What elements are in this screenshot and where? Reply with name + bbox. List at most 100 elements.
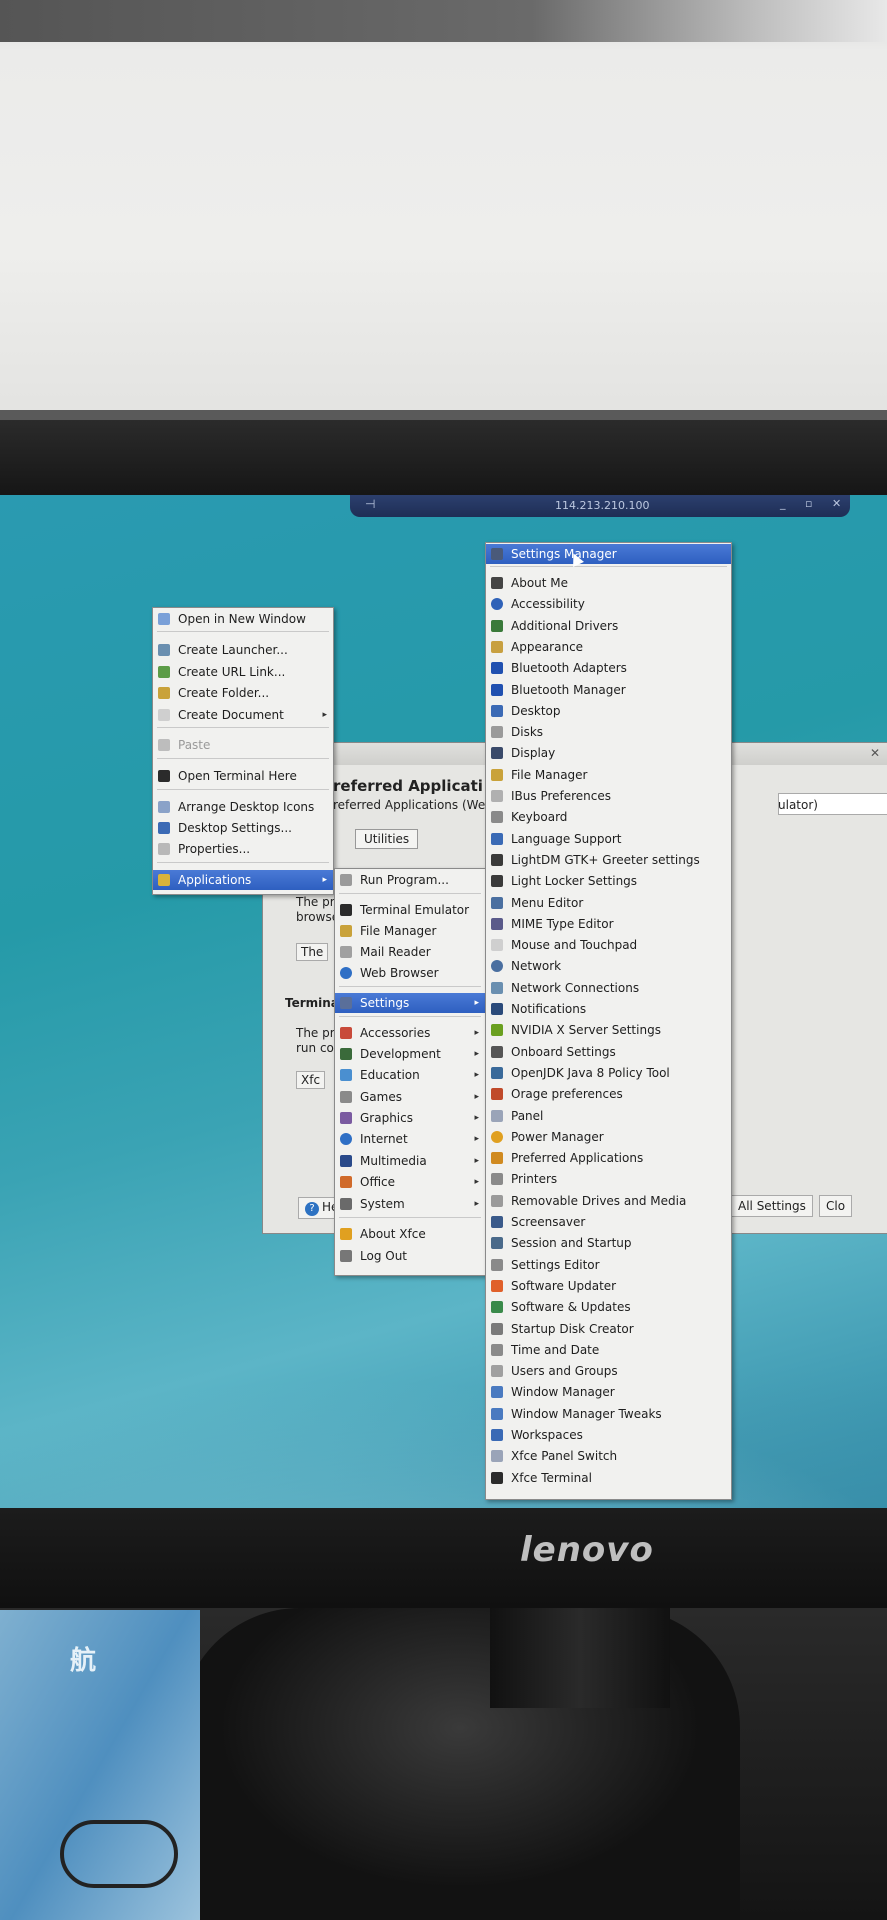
settings-menu-item[interactable]: Software & Updates: [486, 1297, 731, 1317]
applications-menu-item-label: Accessories: [360, 1026, 431, 1040]
settings-menu-item[interactable]: Mouse and Touchpad: [486, 935, 731, 955]
settings-menu-item[interactable]: Settings Editor: [486, 1255, 731, 1275]
settings-menu-item[interactable]: Time and Date: [486, 1340, 731, 1360]
tab-utilities[interactable]: Utilities: [355, 829, 419, 849]
settings-menu-item[interactable]: Display: [486, 743, 731, 763]
power-icon: [491, 1131, 503, 1143]
settings-menu-item[interactable]: Session and Startup: [486, 1233, 731, 1253]
file-manager-icon: [491, 769, 503, 781]
applications-menu-item[interactable]: Education ▸: [335, 1065, 485, 1085]
window-controls[interactable]: _ ▫ ✕: [780, 497, 849, 510]
settings-menu-item[interactable]: Onboard Settings: [486, 1042, 731, 1062]
settings-menu-item-label: Additional Drivers: [511, 619, 619, 633]
context-menu-item[interactable]: Open Terminal Here: [153, 766, 333, 786]
settings-menu-item[interactable]: Accessibility: [486, 594, 731, 614]
all-settings-button[interactable]: All Settings: [731, 1195, 813, 1217]
applications-menu-item[interactable]: System ▸: [335, 1194, 485, 1214]
settings-menu-item[interactable]: Panel: [486, 1106, 731, 1126]
applications-menu-item[interactable]: Office ▸: [335, 1172, 485, 1192]
settings-menu-item[interactable]: Appearance: [486, 637, 731, 657]
removable-drive-icon: [491, 1195, 503, 1207]
settings-menu-item-label: File Manager: [511, 768, 588, 782]
settings-menu-item[interactable]: Keyboard: [486, 807, 731, 827]
settings-menu-item[interactable]: Printers: [486, 1169, 731, 1189]
applications-menu-item[interactable]: Multimedia ▸: [335, 1151, 485, 1171]
terminal-select-button[interactable]: Xfc: [296, 1071, 326, 1089]
menu-editor-icon: [491, 897, 503, 909]
context-menu-item[interactable]: Create Folder...: [153, 683, 333, 703]
applications-menu-item[interactable]: About Xfce: [335, 1224, 485, 1244]
settings-menu-item[interactable]: Screensaver: [486, 1212, 731, 1232]
settings-menu-item[interactable]: Preferred Applications: [486, 1148, 731, 1168]
close-icon[interactable]: ✕: [870, 746, 880, 760]
settings-menu-item[interactable]: Language Support: [486, 829, 731, 849]
applications-menu-item[interactable]: Internet ▸: [335, 1129, 485, 1149]
settings-menu-item[interactable]: Orage preferences: [486, 1084, 731, 1104]
settings-menu-item[interactable]: Bluetooth Adapters: [486, 658, 731, 678]
settings-menu-item[interactable]: Menu Editor: [486, 893, 731, 913]
applications-menu-item[interactable]: Accessories ▸: [335, 1023, 485, 1043]
close-button[interactable]: Clo: [819, 1195, 853, 1217]
applications-menu-item[interactable]: File Manager: [335, 921, 485, 941]
settings-menu-item[interactable]: Startup Disk Creator: [486, 1319, 731, 1339]
applications-menu-item[interactable]: Run Program...: [335, 870, 485, 890]
settings-menu-item[interactable]: Users and Groups: [486, 1361, 731, 1381]
context-menu-item[interactable]: Desktop Settings...: [153, 818, 333, 838]
applications-menu-item[interactable]: Log Out: [335, 1246, 485, 1266]
settings-menu-item[interactable]: Light Locker Settings: [486, 871, 731, 891]
settings-menu-item[interactable]: Window Manager: [486, 1382, 731, 1402]
settings-menu-item-label: Window Manager Tweaks: [511, 1407, 662, 1421]
settings-menu-item[interactable]: LightDM GTK+ Greeter settings: [486, 850, 731, 870]
browser-select-button[interactable]: The: [296, 943, 329, 961]
settings-menu-item[interactable]: MIME Type Editor: [486, 914, 731, 934]
settings-menu-item[interactable]: Settings Manager: [486, 544, 731, 564]
context-menu-item[interactable]: Applications ▸: [153, 870, 333, 890]
settings-menu-item[interactable]: File Manager: [486, 765, 731, 785]
context-menu-item[interactable]: Arrange Desktop Icons: [153, 797, 333, 817]
settings-menu-item[interactable]: Network: [486, 956, 731, 976]
applications-menu-item[interactable]: Web Browser: [335, 963, 485, 983]
settings-menu-item[interactable]: Power Manager: [486, 1127, 731, 1147]
terminal-icon: [491, 1472, 503, 1484]
settings-menu-item[interactable]: Workspaces: [486, 1425, 731, 1445]
file-manager-icon: [340, 925, 352, 937]
settings-menu-item[interactable]: Additional Drivers: [486, 616, 731, 636]
context-menu-item[interactable]: Create Launcher...: [153, 640, 333, 660]
context-menu-item-label: Open in New Window: [178, 612, 306, 626]
settings-menu-item[interactable]: Window Manager Tweaks: [486, 1404, 731, 1424]
context-menu-item[interactable]: Properties...: [153, 839, 333, 859]
applications-menu-item-label: Graphics: [360, 1111, 413, 1125]
context-menu-item[interactable]: Create Document ▸: [153, 705, 333, 725]
pin-icon[interactable]: ⊣: [365, 497, 375, 511]
settings-menu-item[interactable]: Disks: [486, 722, 731, 742]
context-menu-item[interactable]: Open in New Window: [153, 609, 333, 629]
settings-menu-item[interactable]: Notifications: [486, 999, 731, 1019]
settings-menu-item[interactable]: Network Connections: [486, 978, 731, 998]
settings-menu-item[interactable]: Software Updater: [486, 1276, 731, 1296]
settings-menu-item[interactable]: IBus Preferences: [486, 786, 731, 806]
window-heading: referred Applicati: [333, 777, 483, 795]
settings-menu-item[interactable]: Removable Drives and Media: [486, 1191, 731, 1211]
chevron-right-icon: ▸: [474, 1177, 479, 1187]
settings-menu-item[interactable]: NVIDIA X Server Settings: [486, 1020, 731, 1040]
settings-menu-item[interactable]: About Me: [486, 573, 731, 593]
applications-menu-item[interactable]: Graphics ▸: [335, 1108, 485, 1128]
terminal-section-title: Termina: [285, 996, 339, 1010]
applications-menu-item[interactable]: Development ▸: [335, 1044, 485, 1064]
context-menu-item[interactable]: Create URL Link...: [153, 662, 333, 682]
applications-menu-item[interactable]: Mail Reader: [335, 942, 485, 962]
remote-session-bar[interactable]: ⊣ 114.213.210.100 _ ▫ ✕: [350, 495, 850, 517]
mouse-icon: [491, 939, 503, 951]
applications-menu-item[interactable]: Terminal Emulator: [335, 900, 485, 920]
settings-menu-item[interactable]: Bluetooth Manager: [486, 680, 731, 700]
applications-menu-item[interactable]: Settings ▸: [335, 993, 485, 1013]
settings-menu-item[interactable]: Xfce Terminal: [486, 1468, 731, 1488]
context-menu-item-label: Create Launcher...: [178, 643, 288, 657]
settings-menu-item-label: Removable Drives and Media: [511, 1194, 687, 1208]
settings-menu-item-label: Desktop: [511, 704, 561, 718]
preferred-apps-icon: [491, 1152, 503, 1164]
settings-menu-item[interactable]: Desktop: [486, 701, 731, 721]
settings-menu-item[interactable]: Xfce Panel Switch: [486, 1446, 731, 1466]
applications-menu-item[interactable]: Games ▸: [335, 1087, 485, 1107]
settings-menu-item[interactable]: OpenJDK Java 8 Policy Tool: [486, 1063, 731, 1083]
